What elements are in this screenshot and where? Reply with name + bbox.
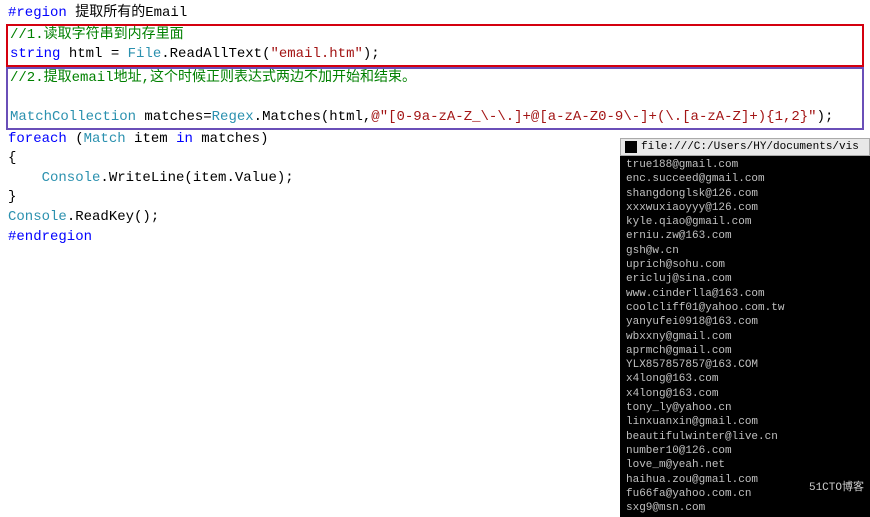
console-line: kyle.qiao@gmail.com [626, 215, 864, 229]
console-line: erniu.zw@163.com [626, 229, 864, 243]
highlight-box-purple: //2.提取email地址,这个时候正则表达式两边不加开始和结束。 MatchC… [6, 67, 864, 130]
watermark: 51CTO博客 [809, 478, 864, 494]
console-line: true188@gmail.com [626, 158, 864, 172]
code-line: #region 提取所有的Email [8, 4, 862, 24]
console-line: x4long@163.com [626, 372, 864, 386]
console-line: sxg9@msn.com [626, 501, 864, 515]
console-line: ericluj@sina.com [626, 272, 864, 286]
code-comment: //1.读取字符串到内存里面 [10, 26, 860, 46]
console-line: xxxwuxiaoyyy@126.com [626, 201, 864, 215]
console-line: number10@126.com [626, 444, 864, 458]
console-line: YLX857857857@163.COM [626, 358, 864, 372]
console-line: coolcliff01@yahoo.com.tw [626, 301, 864, 315]
console-output: true188@gmail.comenc.succeed@gmail.comsh… [620, 156, 870, 517]
console-line: love_m@yeah.net [626, 458, 864, 472]
console-line: uprich@sohu.com [626, 258, 864, 272]
console-line: linxuanxin@gmail.com [626, 415, 864, 429]
console-line: beautifulwinter@live.cn [626, 430, 864, 444]
console-line: yanyufei0918@163.com [626, 315, 864, 329]
console-line: aprmch@gmail.com [626, 344, 864, 358]
console-line: www.cinderlla@163.com [626, 287, 864, 301]
console-line: tony_ly@yahoo.cn [626, 401, 864, 415]
code-line: MatchCollection matches=Regex.Matches(ht… [10, 108, 860, 128]
console-line: enc.succeed@gmail.com [626, 172, 864, 186]
region-keyword: #region [8, 5, 67, 21]
console-line: gsh@w.cn [626, 244, 864, 258]
console-title-text: file:///C:/Users/HY/documents/vis [641, 141, 859, 153]
region-label: 提取所有的Email [67, 5, 187, 21]
console-line: x4long@163.com [626, 387, 864, 401]
console-window: file:///C:/Users/HY/documents/vis true18… [620, 138, 870, 517]
code-line: string html = File.ReadAllText("email.ht… [10, 45, 860, 65]
console-icon [625, 141, 637, 153]
highlight-box-red: //1.读取字符串到内存里面 string html = File.ReadAl… [6, 24, 864, 67]
console-line: wbxxny@gmail.com [626, 330, 864, 344]
console-line: shangdonglsk@126.com [626, 187, 864, 201]
console-titlebar[interactable]: file:///C:/Users/HY/documents/vis [620, 138, 870, 156]
code-comment: //2.提取email地址,这个时候正则表达式两边不加开始和结束。 [10, 69, 860, 89]
